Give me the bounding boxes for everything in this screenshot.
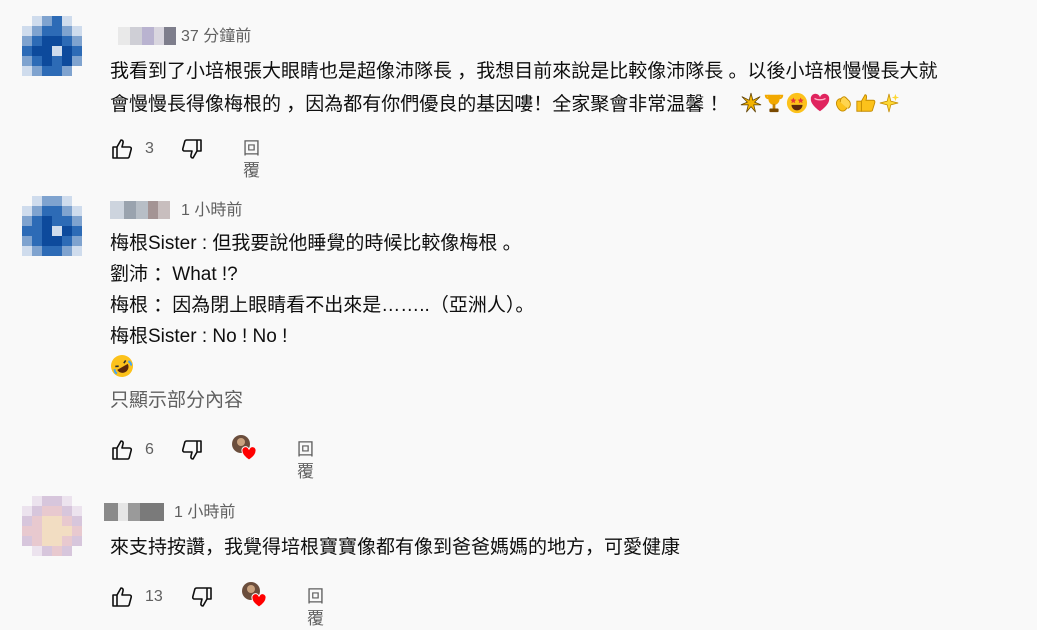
like-icon[interactable] [110, 438, 134, 462]
dislike-icon[interactable] [180, 137, 204, 161]
dislike-icon[interactable] [180, 438, 204, 462]
star-struck-face-icon [786, 92, 807, 114]
comment-line: 梅根Sister : 但我要說他睡覺的時候比較像梅根 。 [110, 233, 522, 254]
sparkles-icon [879, 93, 899, 113]
reply-button[interactable]: 回覆 [297, 439, 314, 483]
reply-button[interactable]: 回覆 [307, 586, 324, 630]
thumbs-up-icon [856, 94, 876, 112]
author-handle[interactable] [118, 27, 176, 45]
comment-line: 梅根Sister : No ! No ! [110, 326, 288, 347]
author-handle[interactable] [110, 201, 170, 219]
comment-line: 梅根 ：因為閉上眼睛看不出來是……..（亞洲人）。 [110, 295, 535, 316]
emoji-row [735, 92, 901, 115]
comment-timestamp[interactable]: 1 小時前 [174, 504, 235, 522]
dislike-icon[interactable] [190, 585, 214, 609]
author-handle[interactable] [104, 503, 164, 521]
like-count: 6 [145, 441, 154, 458]
like-count: 13 [145, 588, 163, 605]
sparkle-burst-icon [740, 92, 762, 113]
comment-text: 我看到了小培根張大眼睛也是超像沛隊長 ，我想目前來說是比較像沛隊長 。以後小培根… [110, 55, 938, 121]
comment-timestamp[interactable]: 1 小時前 [181, 202, 242, 220]
avatar[interactable] [22, 16, 82, 76]
clapping-hands-icon [835, 96, 851, 112]
comment-text: 來支持按讚，我覺得培根寶寶像都有像到爸爸媽媽的地方，可愛健康 [110, 531, 680, 564]
comment-line: 我看到了小培根張大眼睛也是超像沛隊長 ，我想目前來說是比較像沛隊長 。以後小培根… [110, 61, 938, 82]
avatar[interactable] [22, 496, 82, 556]
comment-text: 梅根Sister : 但我要說他睡覺的時候比較像梅根 。 劉沛 ：What !?… [110, 228, 534, 384]
like-icon[interactable] [110, 137, 134, 161]
emoji-row [110, 352, 534, 384]
trophy-icon [764, 94, 784, 113]
comment-line: 來支持按讚，我覺得培根寶寶像都有像到爸爸媽媽的地方，可愛健康 [110, 537, 681, 558]
creator-heart-icon [232, 435, 257, 461]
creator-heart-icon [242, 582, 267, 608]
comment-line-text: 會慢慢長得像梅根的 ，因為都有你們優良的基因嘍！全家聚會非常温馨 ！ [110, 94, 729, 115]
show-less-link[interactable]: 只顯示部分內容 [110, 389, 243, 413]
like-count: 3 [145, 140, 154, 157]
rolling-laughing-face-icon [111, 355, 133, 377]
like-icon[interactable] [110, 585, 134, 609]
comment-line: 會慢慢長得像梅根的 ，因為都有你們優良的基因嘍！全家聚會非常温馨 ！ [110, 88, 938, 121]
comment-line: 劉沛 ：What !? [110, 264, 238, 285]
reply-button[interactable]: 回覆 [243, 138, 260, 182]
avatar[interactable] [22, 196, 82, 256]
comment-timestamp[interactable]: 37 分鐘前 [181, 28, 251, 46]
heart-with-ribbon-icon [810, 93, 830, 112]
